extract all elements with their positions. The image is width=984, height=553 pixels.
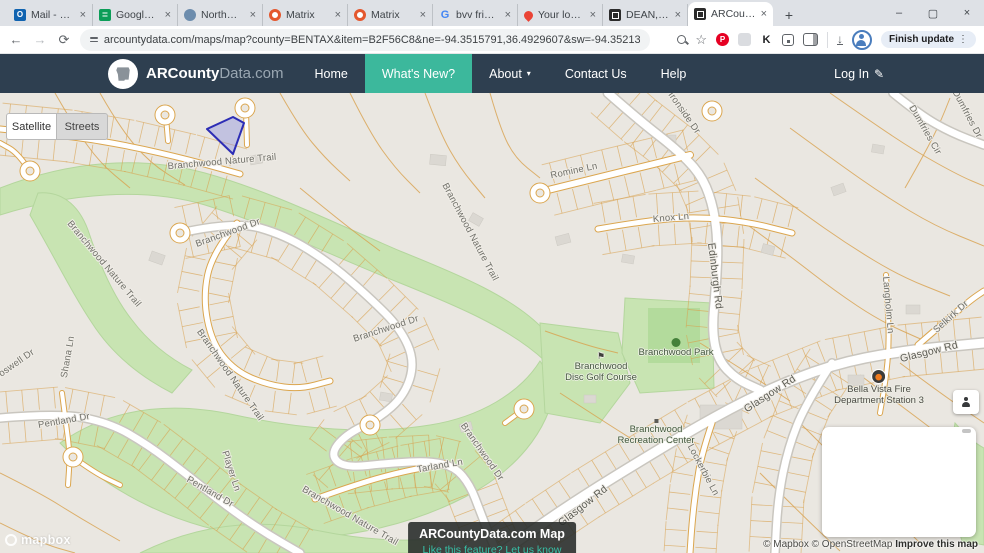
pin-favicon-icon	[522, 9, 535, 22]
matrix-favicon-icon	[269, 9, 281, 21]
pinterest-extension-icon[interactable]: P	[716, 33, 729, 46]
mapbox-attribution-link[interactable]: © Mapbox	[763, 539, 809, 550]
tab-close-icon[interactable]: ×	[761, 8, 767, 20]
tab-close-icon[interactable]: ×	[675, 9, 681, 21]
site-logo[interactable]: ARCountyData.com	[108, 59, 284, 89]
layer-button-streets[interactable]: Streets	[57, 113, 108, 140]
nav-item-home[interactable]: Home	[298, 54, 365, 93]
browser-tab[interactable]: Your location t ×	[518, 4, 603, 26]
minimize-button[interactable]: –	[882, 7, 916, 19]
profile-icon[interactable]	[852, 30, 872, 50]
browser-tab[interactable]: Matrix ×	[263, 4, 348, 26]
nav-menu: HomeWhat's New?About▾Contact UsHelp	[298, 54, 704, 93]
tab-close-icon[interactable]: ×	[590, 9, 596, 21]
site-title: ARCountyData.com	[146, 65, 284, 82]
gray-extension-icon[interactable]	[738, 33, 751, 46]
browser-tab[interactable]: ARCountyData ×	[688, 2, 773, 26]
side-panel-search-icon[interactable]	[803, 33, 818, 46]
zoom-icon[interactable]	[677, 35, 686, 44]
tabs-container: OMail - Jean Ann×≣Google Review×Northwes…	[8, 2, 773, 26]
download-icon[interactable]: ↓	[837, 34, 843, 45]
url-text[interactable]: arcountydata.com/maps/map?county=BENTAX&…	[104, 34, 640, 46]
nav-item-help[interactable]: Help	[644, 54, 704, 93]
google-favicon-icon: G	[439, 9, 451, 21]
nav-item-about[interactable]: About▾	[472, 54, 548, 93]
maximize-button[interactable]: ▢	[916, 7, 950, 20]
new-tab-button[interactable]: +	[777, 4, 801, 26]
browser-window: OMail - Jean Ann×≣Google Review×Northwes…	[0, 0, 984, 553]
browser-menu-icon[interactable]: ⋮	[958, 34, 968, 45]
outlook-favicon-icon: O	[14, 9, 26, 21]
globe-favicon-icon	[184, 9, 196, 21]
tab-close-icon[interactable]: ×	[335, 9, 341, 21]
parcel-favicon-icon	[609, 9, 621, 21]
map-canvas[interactable]: Branchwood Nature TrailBranchwood Nature…	[0, 93, 984, 553]
nav-item-contact-us[interactable]: Contact Us	[548, 54, 644, 93]
reload-button[interactable]: ⟳	[56, 32, 72, 48]
popup-scrollbar[interactable]	[962, 429, 971, 433]
browser-tab[interactable]: DEAN, RANNIE ×	[603, 4, 688, 26]
toolbar-divider	[827, 32, 828, 48]
browser-tab[interactable]: ≣ Google Review ×	[93, 4, 178, 26]
site-settings-icon[interactable]	[90, 35, 98, 44]
osm-attribution-link[interactable]: © OpenStreetMap	[812, 539, 893, 550]
map-attribution: © Mapbox © OpenStreetMap Improve this ma…	[763, 539, 978, 550]
tab-close-icon[interactable]: ×	[505, 9, 511, 21]
tab-title: Your location t	[538, 9, 585, 21]
outline-extension-icon[interactable]	[782, 34, 794, 46]
tab-title: bvv frisbee gol	[456, 9, 500, 21]
matrix-favicon-icon	[354, 9, 366, 21]
tab-close-icon[interactable]: ×	[80, 9, 86, 21]
browser-tab[interactable]: O Mail - Jean Ann ×	[8, 4, 93, 26]
bookmark-star-icon[interactable]: ☆	[695, 32, 707, 48]
mapbox-logo[interactable]: mapbox	[5, 533, 71, 547]
parcel-favicon-icon	[694, 8, 706, 20]
layer-button-satellite[interactable]: Satellite	[6, 113, 57, 140]
browser-tab[interactable]: Gbvv frisbee gol ×	[433, 4, 518, 26]
close-window-button[interactable]: ×	[950, 7, 984, 19]
mapbox-logo-word: mapbox	[21, 533, 71, 547]
tab-title: Matrix	[286, 9, 330, 21]
tab-close-icon[interactable]: ×	[420, 9, 426, 21]
mapbox-logo-icon	[5, 534, 17, 546]
finish-update-button[interactable]: Finish update ⋮	[881, 31, 976, 48]
tab-title: DEAN, RANNIE	[626, 9, 670, 21]
forward-button[interactable]: →	[32, 32, 48, 47]
address-bar: ← → ⟳ arcountydata.com/maps/map?county=B…	[0, 26, 984, 54]
map-popup	[822, 427, 976, 537]
map-layer-switcher: SatelliteStreets	[6, 113, 108, 140]
toolbar-icons: ☆ P K ↓ Finish update ⋮	[677, 30, 976, 50]
feedback-link[interactable]: Like this feature? Let us know	[419, 544, 565, 553]
chevron-down-icon: ▾	[527, 69, 531, 78]
sheets-favicon-icon: ≣	[99, 9, 111, 21]
tab-title: Northwest Ark	[201, 9, 245, 21]
browser-tab-strip: OMail - Jean Ann×≣Google Review×Northwes…	[0, 0, 984, 26]
site-navbar: ARCountyData.com HomeWhat's New?About▾Co…	[0, 54, 984, 93]
nav-item-what-s-new-[interactable]: What's New?	[365, 54, 472, 93]
url-bar[interactable]: arcountydata.com/maps/map?county=BENTAX&…	[80, 29, 650, 51]
tab-close-icon[interactable]: ×	[250, 9, 256, 21]
tab-title: Google Review	[116, 9, 160, 21]
back-button[interactable]: ←	[8, 32, 24, 47]
improve-map-link[interactable]: Improve this map	[895, 539, 978, 550]
pen-icon: ✎	[874, 67, 884, 81]
browser-tab[interactable]: Matrix ×	[348, 4, 433, 26]
k-extension-icon[interactable]: K	[760, 33, 773, 46]
map-branding-overlay: ARCountyData.com Map Like this feature? …	[408, 522, 576, 553]
tab-title: ARCountyData	[711, 8, 756, 20]
tab-title: Mail - Jean Ann	[31, 9, 75, 21]
geolocate-button[interactable]	[953, 390, 979, 414]
finish-update-label: Finish update	[889, 34, 954, 45]
person-icon	[962, 397, 970, 407]
login-button[interactable]: Log In ✎	[834, 67, 884, 81]
window-controls: – ▢ ×	[882, 0, 984, 26]
browser-tab[interactable]: Northwest Ark ×	[178, 4, 263, 26]
tab-title: Matrix	[371, 9, 415, 21]
login-label: Log In	[834, 67, 869, 81]
overlay-title: ARCountyData.com Map	[419, 527, 565, 541]
tab-close-icon[interactable]: ×	[165, 9, 171, 21]
arkansas-logo-icon	[108, 59, 138, 89]
